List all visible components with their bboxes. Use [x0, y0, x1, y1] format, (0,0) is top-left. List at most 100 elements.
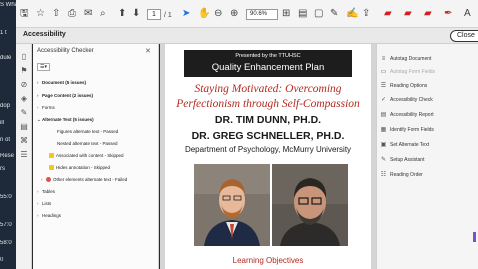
checker-tree-item-label: Alternate Text (5 issues)	[42, 117, 94, 122]
speaker-1-photo	[194, 164, 270, 246]
tool-icon[interactable]: ✎	[380, 157, 387, 164]
page-down-icon[interactable]: ⬇	[132, 8, 140, 20]
share-icon[interactable]: ⇪	[362, 8, 370, 20]
tool-item[interactable]: Accessibility Report	[390, 112, 434, 119]
bookmark-icon[interactable]: ☆	[36, 8, 45, 20]
speaker-2: DR. GREG SCHNELLER, PH.D.	[191, 130, 345, 142]
tool-icon[interactable]: ☰	[380, 83, 387, 90]
speaker-1: DR. TIM DUNN, PH.D.	[214, 114, 322, 126]
comment-icon[interactable]: ▢	[314, 8, 323, 20]
speaker-2-photo	[272, 164, 348, 246]
tool-icon[interactable]: ✓	[380, 97, 387, 104]
checker-tree-item-label: Hides annotation - Skipped	[56, 165, 111, 170]
talk-title: Staying Motivated: Overcoming Perfection…	[165, 82, 371, 112]
tool-item[interactable]: Reading Order	[390, 172, 423, 179]
talk-title-line1: Staying Motivated: Overcoming	[194, 83, 342, 95]
tool-icon[interactable]: ▣	[380, 142, 387, 149]
background-text: 1 t	[0, 30, 7, 36]
signatures-icon[interactable]: ✎	[19, 108, 29, 118]
order-icon[interactable]: ☰	[19, 150, 29, 160]
tool-icon[interactable]: ▦	[380, 127, 387, 134]
tool-icon[interactable]: ≡	[380, 56, 387, 63]
background-text: Rese	[0, 153, 15, 159]
zoom-out-icon[interactable]: ⊖	[214, 8, 222, 20]
checker-tree-item-label: Forms	[42, 105, 55, 110]
fit-page-icon[interactable]: ⊞	[282, 8, 290, 20]
background-text: 0	[0, 257, 4, 263]
tool-item[interactable]: Autotag Document	[390, 56, 431, 63]
save-icon[interactable]: 🖫	[20, 8, 29, 20]
tool-item[interactable]: Accessibility Check	[390, 97, 433, 104]
accessibility-title: Accessibility	[23, 31, 66, 38]
read-mode-icon[interactable]: ▤	[298, 8, 307, 20]
background-window-strip: S What 1 t dule dop ill n ot Rese rs 55:0 57:0 58:…	[0, 0, 16, 269]
checker-tree-item[interactable]: ⌄Alternate Text (5 issues)	[37, 117, 94, 123]
page-total: / 1	[164, 12, 172, 19]
tool-item[interactable]: Identify Form Fields	[390, 127, 434, 134]
zoom-search-icon[interactable]: ⌕	[100, 8, 106, 20]
checker-tree-item[interactable]: › Forms	[37, 105, 55, 111]
mail-icon[interactable]: ✉	[84, 8, 92, 20]
tool-item[interactable]: Setup Assistant	[390, 157, 424, 164]
tool-icon[interactable]: ▭	[380, 69, 387, 76]
checker-tree-item[interactable]: › Headings	[37, 213, 61, 219]
scrollbar-thumb[interactable]	[473, 232, 476, 242]
background-text: rs	[0, 166, 5, 172]
background-text: 58:0	[0, 240, 12, 246]
hand-tool-icon[interactable]: ✋	[198, 8, 210, 20]
zoom-in-icon[interactable]: ⊕	[230, 8, 238, 20]
tags-icon[interactable]: ⌘	[19, 136, 29, 146]
upload-icon[interactable]: ⇧	[52, 8, 60, 20]
layers-icon[interactable]: ◈	[19, 94, 29, 104]
accessibility-checker-panel: Accessibility Checker ✕ ☰▾ › Document (5 …	[33, 44, 159, 269]
checker-tree-item[interactable]: Associated with content - Skipped	[49, 153, 124, 159]
edit-pdf-icon[interactable]: ▰	[384, 8, 392, 20]
tool-item[interactable]: Set Alternate Text	[390, 142, 429, 149]
presenter-banner: Presented by the TTUHSC Quality Enhancem…	[184, 50, 352, 77]
checker-tree-item-label: Lists	[42, 201, 52, 206]
checker-tree-item-label: Figures alternate text - Passed	[57, 129, 119, 134]
checker-tree-item[interactable]: › Document (5 issues)	[37, 80, 86, 86]
text-tool-icon[interactable]: A	[464, 8, 471, 20]
accessibility-toolbar: Accessibility Close	[16, 28, 478, 44]
content-icon[interactable]: ▤	[19, 122, 29, 132]
select-cursor-icon[interactable]: ➤	[182, 8, 190, 20]
bookmarks-icon[interactable]: ⚑	[19, 66, 29, 76]
background-text: ill	[0, 120, 4, 126]
highlight-icon[interactable]: ✎	[330, 8, 338, 20]
checker-tree-item[interactable]: Nested alternate text - Passed	[57, 141, 118, 147]
tool-item[interactable]: Reading Options	[390, 83, 427, 90]
sign-icon[interactable]: ✍	[346, 8, 358, 20]
export-pdf-icon[interactable]: ▰	[404, 8, 412, 20]
checker-tree-item-label: Document (5 issues)	[42, 80, 87, 85]
checker-tree-item[interactable]: › Other elements alternate text - Failed	[41, 177, 127, 183]
checker-tree-item-label: Tables	[42, 189, 56, 194]
print-icon[interactable]: ⎙	[68, 8, 76, 20]
options-menu-icon[interactable]: ☰▾	[37, 63, 50, 71]
page-up-icon[interactable]: ⬆	[118, 8, 126, 20]
checker-tree-item[interactable]: Hides annotation - Skipped	[49, 165, 110, 171]
accessibility-tools-panel: ≡ Autotag Document ▭ Autotag Form Fields ☰ Re…	[376, 44, 478, 269]
checker-tree-item[interactable]: › Lists	[37, 201, 51, 207]
banner-subtitle: Presented by the TTUHSC	[235, 53, 301, 59]
close-button[interactable]: Close	[450, 30, 478, 42]
checker-tree-item[interactable]: › Page Content (2 issues)	[37, 93, 93, 99]
tool-icon[interactable]: ☷	[380, 172, 387, 179]
page-number-input[interactable]: 1	[147, 9, 161, 20]
background-text: dop	[0, 103, 11, 109]
create-pdf-icon[interactable]: ▰	[424, 8, 432, 20]
attachments-icon[interactable]: ⊘	[19, 80, 29, 90]
tool-icon[interactable]: ▤	[380, 112, 387, 119]
background-text: S What	[0, 2, 16, 8]
checker-tree-item[interactable]: › Tables	[37, 189, 55, 195]
checker-tree-item[interactable]: Figures alternate text - Passed	[57, 129, 118, 135]
fill-sign-icon[interactable]: ✒	[444, 8, 452, 20]
checker-tree-item-label: Associated with content - Skipped	[56, 153, 124, 158]
pdf-page: Presented by the TTUHSC Quality Enhancem…	[165, 44, 371, 269]
background-text: n ot	[0, 137, 11, 143]
warning-icon	[49, 153, 54, 158]
tool-item[interactable]: Autotag Form Fields	[390, 69, 435, 76]
zoom-select[interactable]: 90.6%	[246, 9, 278, 20]
close-icon[interactable]: ✕	[145, 47, 151, 55]
pages-icon[interactable]: ▯	[19, 52, 29, 62]
